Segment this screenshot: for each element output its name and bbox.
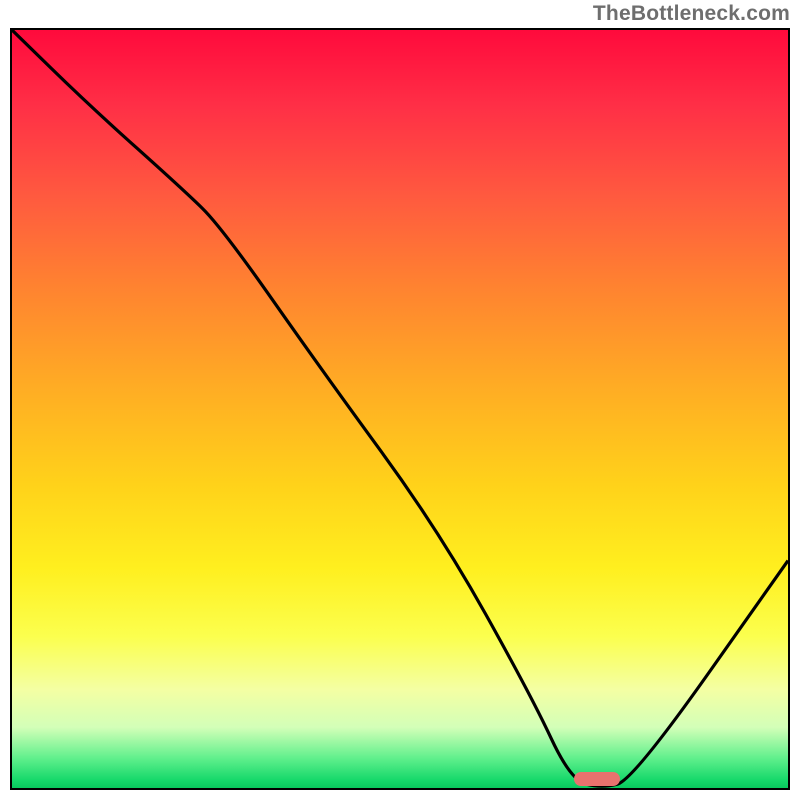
plot-area bbox=[10, 28, 790, 790]
curve-path bbox=[12, 30, 788, 786]
optimum-marker bbox=[574, 772, 621, 786]
bottleneck-curve bbox=[12, 30, 788, 788]
watermark-text: TheBottleneck.com bbox=[593, 2, 790, 26]
